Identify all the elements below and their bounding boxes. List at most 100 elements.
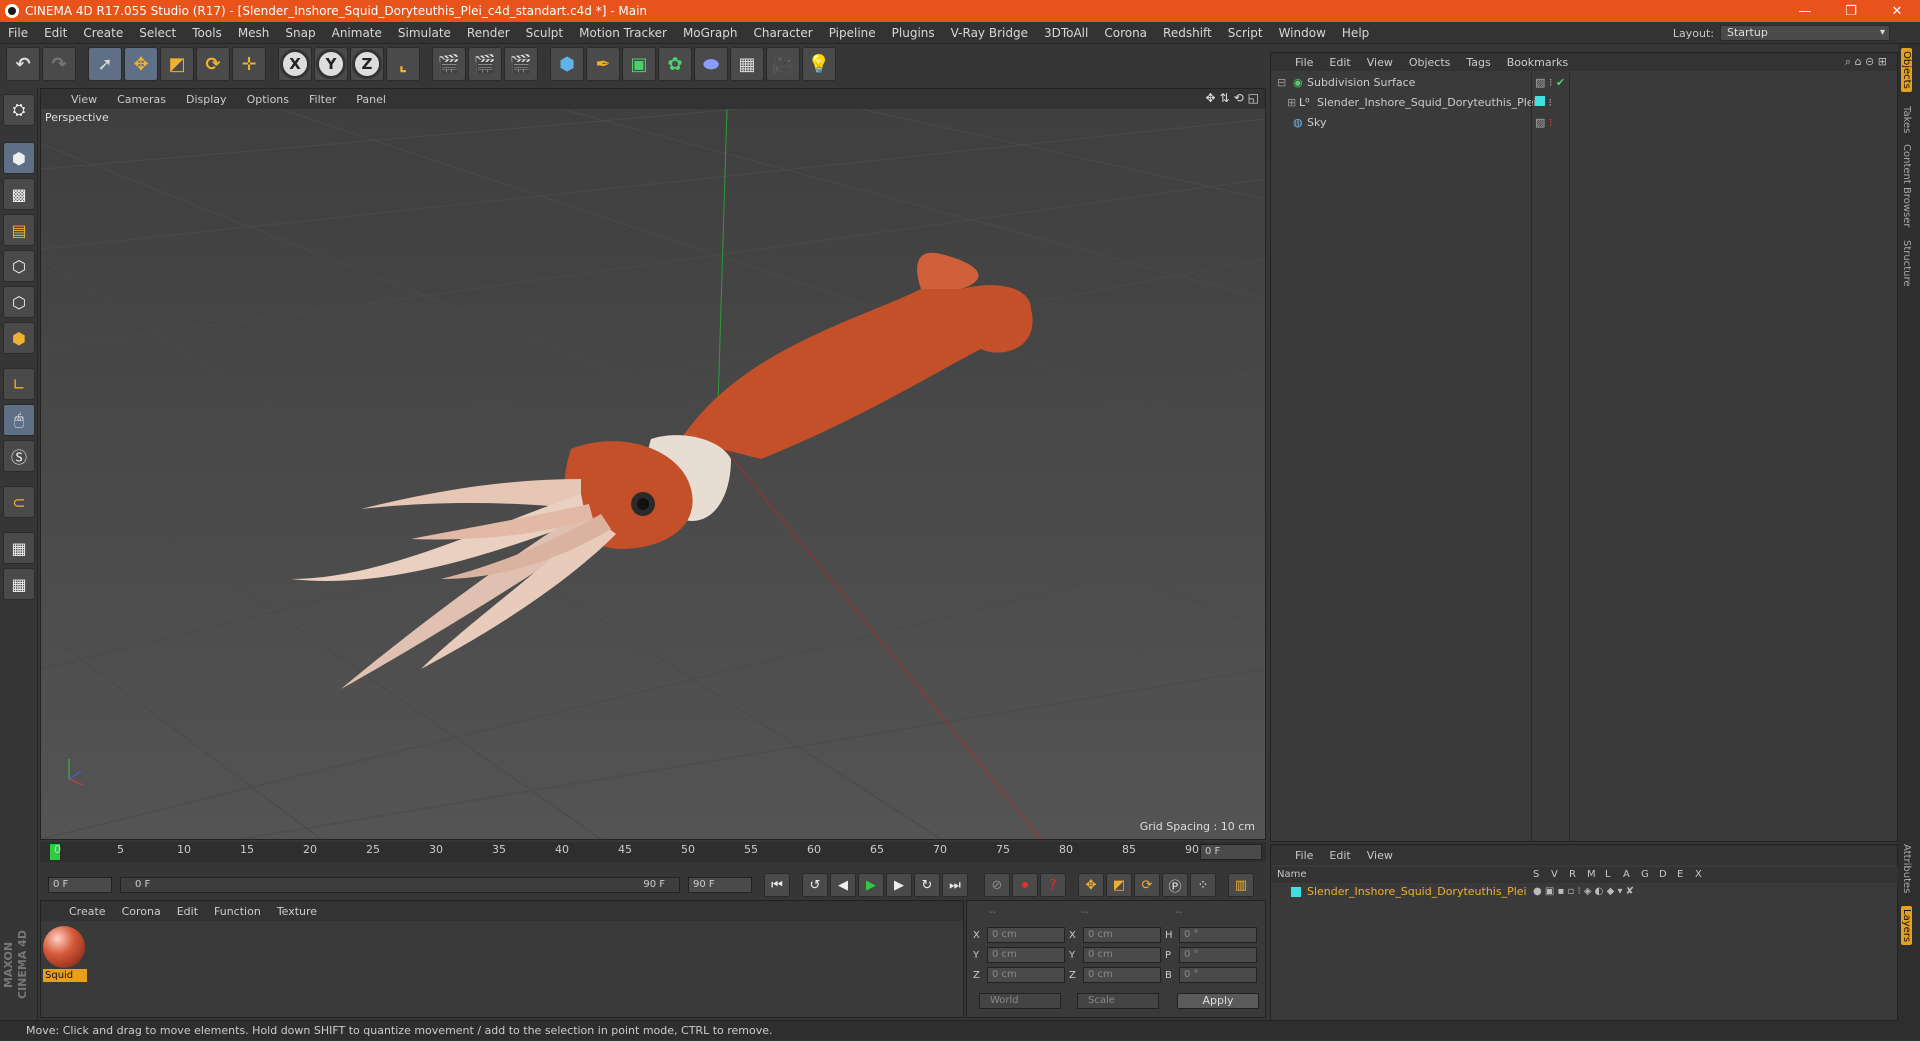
viewport-menu-panel[interactable]: Panel <box>346 93 396 106</box>
redo-button[interactable]: ↷ <box>42 47 76 81</box>
menu-corona[interactable]: Corona <box>1096 26 1155 40</box>
col-xref[interactable]: X <box>1695 867 1702 883</box>
menu-plugins[interactable]: Plugins <box>884 26 943 40</box>
col-animation[interactable]: A <box>1623 867 1630 883</box>
tab-structure[interactable]: Structure <box>1901 240 1912 287</box>
viewport-menu-filter[interactable]: Filter <box>299 93 346 106</box>
render-settings-button[interactable]: 🎬 <box>504 47 538 81</box>
layers-menu-view[interactable]: View <box>1359 849 1401 862</box>
tab-layers[interactable]: Layers <box>1901 906 1912 946</box>
timeline-layout-button[interactable]: ▥ <box>1228 873 1254 897</box>
snap-toggle-button[interactable]: Ⓢ <box>3 440 35 472</box>
menu-script[interactable]: Script <box>1220 26 1271 40</box>
menu-simulate[interactable]: Simulate <box>390 26 459 40</box>
pos-z-field[interactable]: 0 cm <box>987 967 1065 983</box>
layer-flag-icons[interactable]: ● ▣ ▪ ▫ ⁝ ◈ ◐ ◆ ▾ ✘ <box>1533 883 1634 901</box>
workplane-sync-button[interactable]: ▦ <box>3 568 35 600</box>
menu-select[interactable]: Select <box>131 26 184 40</box>
tab-content-browser[interactable]: Content Browser <box>1901 144 1912 227</box>
size-y-field[interactable]: 0 cm <box>1083 947 1161 963</box>
close-button[interactable]: ✕ <box>1874 4 1920 19</box>
motion-recording-button[interactable]: ⊘ <box>984 873 1010 897</box>
previous-frame-button[interactable]: ◀ <box>830 873 856 897</box>
floor-scene-button[interactable]: ▦ <box>730 47 764 81</box>
object-row-sky[interactable]: ◍ Sky ▨ ⁝ <box>1271 113 1899 133</box>
objects-menu-view[interactable]: View <box>1359 56 1401 69</box>
viewport-menu-display[interactable]: Display <box>176 93 237 106</box>
dolly-icon[interactable]: ⇅ <box>1220 91 1230 105</box>
key-pla-button[interactable]: ⁘ <box>1190 873 1216 897</box>
viewport-menu-cameras[interactable]: Cameras <box>107 93 176 106</box>
size-z-field[interactable]: 0 cm <box>1083 967 1161 983</box>
layout-dropdown[interactable]: Startup <box>1720 25 1890 41</box>
pos-x-field[interactable]: 0 cm <box>987 927 1065 943</box>
current-frame-field[interactable]: 0 F <box>1200 844 1262 860</box>
col-generators[interactable]: G <box>1641 867 1649 883</box>
menu-3dtoall[interactable]: 3DToAll <box>1036 26 1096 40</box>
x-axis-lock-button[interactable]: X <box>278 47 312 81</box>
coordinate-system-button[interactable]: ⌞ <box>386 47 420 81</box>
menu-render[interactable]: Render <box>459 26 518 40</box>
key-rotation-button[interactable]: ⟳ <box>1134 873 1160 897</box>
material-menu-corona[interactable]: Corona <box>114 905 169 918</box>
menu-tools[interactable]: Tools <box>184 26 230 40</box>
key-scale-button[interactable]: ◩ <box>1106 873 1132 897</box>
play-button[interactable]: ▶ <box>858 873 884 897</box>
layer-name[interactable]: Slender_Inshore_Squid_Doryteuthis_Plei <box>1307 883 1527 901</box>
layer-color-tag-icon[interactable]: ⁝ <box>1535 93 1552 113</box>
layers-menu-edit[interactable]: Edit <box>1321 849 1358 862</box>
objects-menu-objects[interactable]: Objects <box>1401 56 1459 69</box>
render-picture-viewer-button[interactable]: 🎬 <box>468 47 502 81</box>
col-view[interactable]: V <box>1551 867 1558 883</box>
layers-menu-file[interactable]: File <box>1287 849 1321 862</box>
menu-sculpt[interactable]: Sculpt <box>518 26 571 40</box>
z-axis-lock-button[interactable]: Z <box>350 47 384 81</box>
previous-key-button[interactable]: ↺ <box>802 873 828 897</box>
tab-attributes[interactable]: Attributes <box>1901 844 1912 893</box>
magnet-tool-button[interactable]: ⊂ <box>3 486 35 518</box>
col-locked[interactable]: L <box>1605 867 1611 883</box>
undo-button[interactable]: ↶ <box>6 47 40 81</box>
menu-character[interactable]: Character <box>745 26 820 40</box>
col-expressions[interactable]: E <box>1677 867 1683 883</box>
timeline-ruler[interactable]: 0 5 10 15 20 25 30 35 40 45 50 55 60 65 … <box>40 842 1266 862</box>
pan-icon[interactable]: ✥ <box>1205 91 1215 105</box>
recent-tool-button[interactable]: ✛ <box>232 47 266 81</box>
menu-window[interactable]: Window <box>1271 26 1334 40</box>
texture-mode-button[interactable]: ▩ <box>3 178 35 210</box>
menu-animate[interactable]: Animate <box>324 26 390 40</box>
col-manager[interactable]: M <box>1587 867 1596 883</box>
camera-button[interactable]: 🎥 <box>766 47 800 81</box>
model-mode-button[interactable]: ⬢ <box>3 142 35 174</box>
menu-mograph[interactable]: MoGraph <box>675 26 746 40</box>
apply-button[interactable]: Apply <box>1177 993 1259 1009</box>
edges-mode-button[interactable]: ⬡ <box>3 286 35 318</box>
rot-p-field[interactable]: 0 ° <box>1179 947 1257 963</box>
col-deformers[interactable]: D <box>1659 867 1667 883</box>
workplane-lock-button[interactable]: ▦ <box>3 532 35 564</box>
scale-tool-button[interactable]: ◩ <box>160 47 194 81</box>
viewport-menu-options[interactable]: Options <box>237 93 299 106</box>
menu-mesh[interactable]: Mesh <box>230 26 278 40</box>
tab-takes[interactable]: Takes <box>1901 106 1912 133</box>
make-editable-button[interactable]: ⛭ <box>3 94 35 126</box>
maximize-view-icon[interactable]: ◱ <box>1248 91 1259 105</box>
col-render[interactable]: R <box>1569 867 1576 883</box>
menu-create[interactable]: Create <box>75 26 131 40</box>
material-swatch[interactable]: Squid <box>43 926 87 982</box>
visibility-dots-icon[interactable]: ▨ ⁝ ✔ <box>1535 73 1565 93</box>
move-tool-button[interactable]: ✥ <box>124 47 158 81</box>
material-menu-function[interactable]: Function <box>206 905 269 918</box>
workplane-mode-button[interactable]: ▤ <box>3 214 35 246</box>
viewport-menu-view[interactable]: View <box>61 93 107 106</box>
objects-menu-file[interactable]: File <box>1287 56 1321 69</box>
minimize-button[interactable]: — <box>1782 4 1828 19</box>
y-axis-lock-button[interactable]: Y <box>314 47 348 81</box>
material-menu-create[interactable]: Create <box>61 905 114 918</box>
mograph-cloner-button[interactable]: ✿ <box>658 47 692 81</box>
size-x-field[interactable]: 0 cm <box>1083 927 1161 943</box>
material-menu-texture[interactable]: Texture <box>269 905 325 918</box>
start-frame-field[interactable]: 0 F <box>48 877 112 893</box>
go-to-end-button[interactable]: ⏭ <box>942 873 968 897</box>
autokey-button[interactable]: ? <box>1040 873 1066 897</box>
